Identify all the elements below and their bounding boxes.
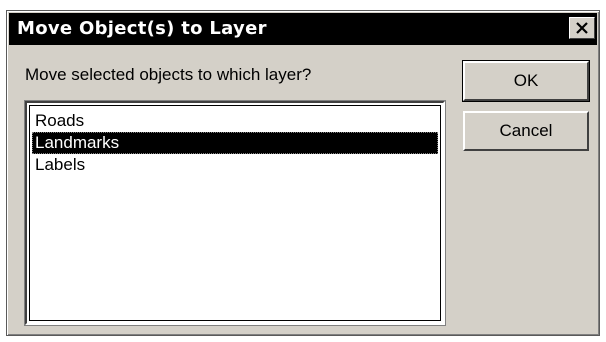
title-bar[interactable]: Move Object(s) to Layer (9, 13, 597, 45)
close-button[interactable] (569, 17, 595, 39)
layer-listbox[interactable]: Roads Landmarks Labels (25, 101, 445, 325)
layer-item-labels[interactable]: Labels (32, 154, 438, 176)
layer-item-landmarks[interactable]: Landmarks (32, 132, 438, 154)
move-to-layer-dialog: Move Object(s) to Layer Move selected ob… (6, 10, 600, 336)
layer-list: Roads Landmarks Labels (29, 105, 441, 321)
prompt-label: Move selected objects to which layer? (25, 65, 312, 84)
dialog-title: Move Object(s) to Layer (17, 18, 267, 39)
cancel-button[interactable]: Cancel (463, 111, 589, 151)
ok-button[interactable]: OK (462, 60, 590, 102)
close-icon (576, 22, 588, 34)
layer-item-roads[interactable]: Roads (32, 110, 438, 132)
